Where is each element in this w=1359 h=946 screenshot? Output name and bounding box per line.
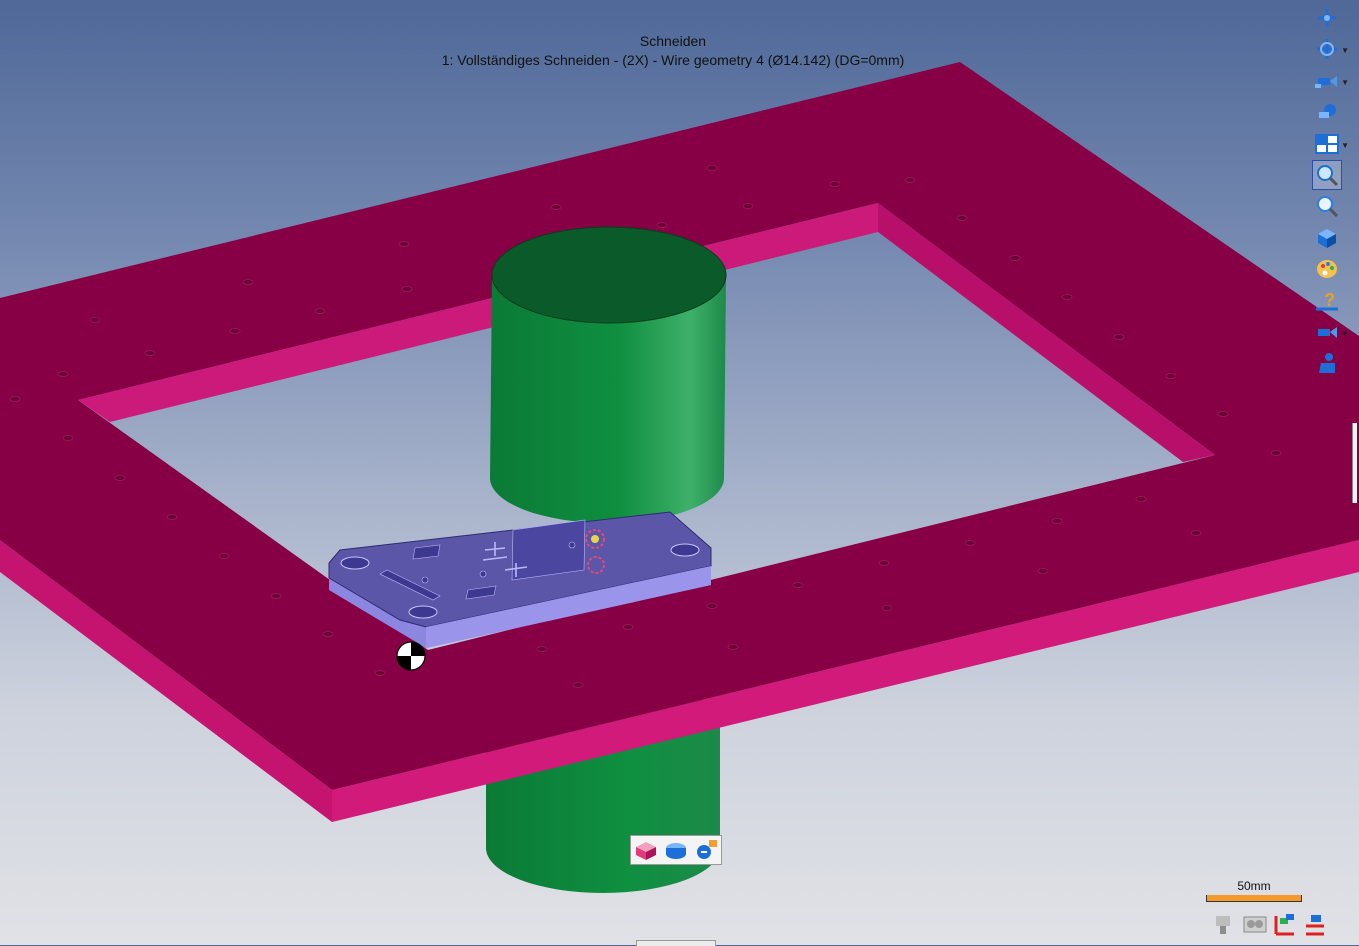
simulation-icon[interactable] <box>693 838 719 862</box>
view-cube-button[interactable] <box>1313 224 1341 252</box>
axis-collision-icon[interactable] <box>1272 912 1298 936</box>
zoom-window-icon <box>1317 164 1339 187</box>
bottom-icon-group <box>1212 912 1328 936</box>
bottom-tab-stub[interactable] <box>636 940 716 946</box>
camera-pan-icon <box>1319 104 1336 119</box>
dropdown-arrow-icon: ▼ <box>1341 140 1349 150</box>
color-palette-button[interactable] <box>1313 255 1341 283</box>
camera-settings-button[interactable]: ▼ <box>1313 318 1349 346</box>
camera-settings-icon <box>1318 326 1337 338</box>
part-model-icon[interactable] <box>663 838 689 862</box>
svg-text:?: ? <box>1324 290 1335 310</box>
zoom-button[interactable] <box>1313 192 1341 220</box>
machine-user-button[interactable] <box>1313 349 1341 377</box>
operation-subtitle: 1: Vollständiges Schneiden - (2X) - Wire… <box>441 52 905 68</box>
rotate-view-icon <box>1317 39 1337 60</box>
view-cube-icon <box>1318 228 1336 248</box>
help-icon: ? <box>1316 290 1338 311</box>
zoom-window-button[interactable] <box>1312 159 1342 190</box>
simulation-mini-toolbar <box>630 835 722 865</box>
machine-housing-icon[interactable] <box>1242 912 1268 936</box>
scale-label: 50mm <box>1237 879 1271 893</box>
axis-limits-icon[interactable] <box>1302 912 1328 936</box>
right-edge-handle[interactable] <box>1352 423 1357 503</box>
machine-view-icon[interactable] <box>1212 912 1238 936</box>
dropdown-arrow-icon: ▼ <box>1341 77 1349 87</box>
scale-line <box>1206 895 1302 902</box>
dropdown-arrow-icon: ▼ <box>1341 328 1349 338</box>
help-button[interactable]: ? <box>1313 287 1341 315</box>
color-palette-icon <box>1317 260 1337 279</box>
operation-header: Schneiden 1: Vollständiges Schneiden - (… <box>300 32 1046 70</box>
dropdown-arrow-icon: ▼ <box>1341 46 1349 56</box>
view-toolbar: ▼ ▼ ▼ ? ▼ <box>1312 4 1353 381</box>
machine-user-icon <box>1319 353 1335 374</box>
camera-view-button[interactable]: ▼ <box>1313 67 1349 95</box>
upper-cylinder <box>490 226 727 523</box>
rotate-view-button[interactable]: ▼ <box>1313 35 1349 63</box>
axis-plus-icon <box>1318 9 1336 27</box>
camera-pan-button[interactable] <box>1313 98 1341 126</box>
axis-plus-button[interactable] <box>1313 4 1341 32</box>
operation-title: Schneiden <box>639 33 707 49</box>
scale-bar: 50mm <box>1206 879 1302 902</box>
3d-viewport[interactable] <box>0 0 1359 945</box>
viewport-layout-icon <box>1315 133 1339 154</box>
stock-model-icon[interactable] <box>633 838 659 862</box>
camera-icon <box>1315 75 1337 88</box>
zoom-icon <box>1317 196 1339 218</box>
viewport-layout-button[interactable]: ▼ <box>1313 130 1349 158</box>
origin-marker-icon[interactable] <box>396 641 426 671</box>
